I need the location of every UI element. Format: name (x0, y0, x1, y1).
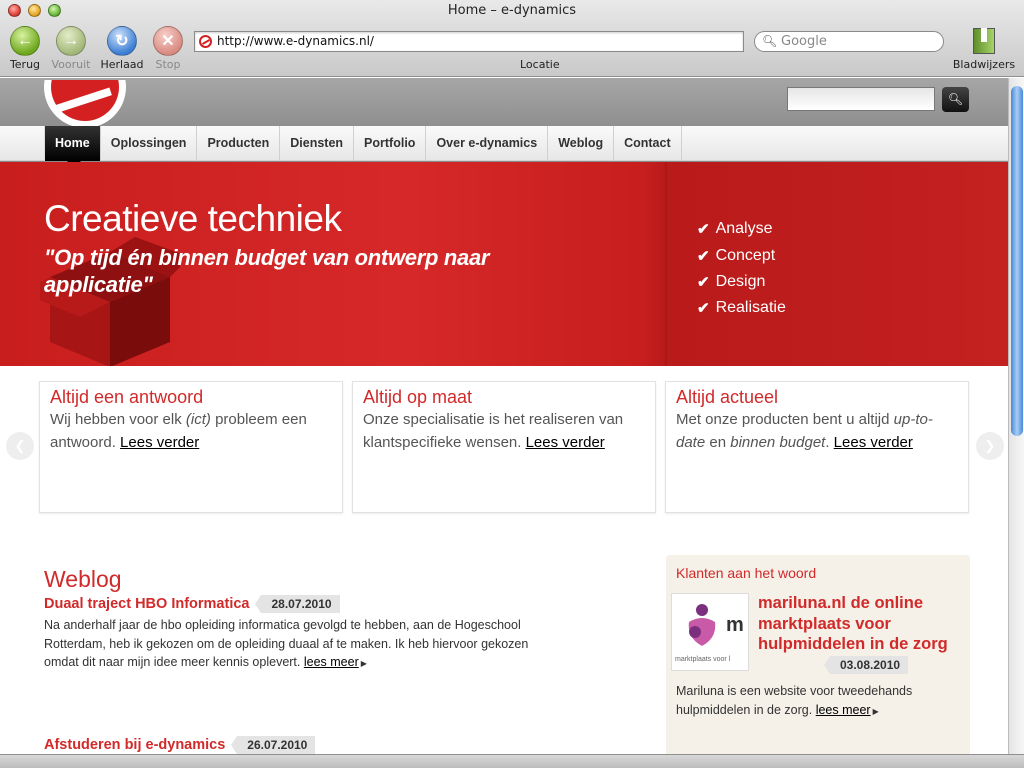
hero-divider (665, 162, 667, 366)
testimonial-headline[interactable]: mariluna.nl de online marktplaats voor h… (758, 593, 958, 655)
check-icon: ✔ (697, 300, 710, 318)
blog-post: Afstuderen bij e-dynamics 26.07.2010 (44, 734, 544, 754)
carousel-prev-button[interactable]: ❮ (6, 432, 34, 460)
reload-icon: ↻ (115, 33, 129, 50)
checklist-item: ✔ Analyse (697, 220, 773, 239)
check-icon: ✔ (697, 221, 710, 239)
feature-card-actueel: Altijd actueel Met onze producten bent u… (665, 381, 969, 513)
play-arrow-icon: ▶ (360, 659, 367, 668)
address-bar-label: Locatie (520, 58, 560, 71)
card-title: Altijd actueel (676, 387, 779, 407)
nav-item-portfolio[interactable]: Portfolio (354, 126, 427, 161)
check-icon: ✔ (697, 273, 710, 291)
address-bar[interactable]: http://www.e-dynamics.nl/ (194, 31, 744, 52)
hero-title: Creatieve techniek (44, 198, 342, 239)
mariluna-figure-icon (688, 604, 716, 646)
card-text: Onze specialisatie is het realiseren van… (363, 411, 624, 451)
window-title: Home – e-dynamics (447, 3, 577, 18)
lees-meer-link[interactable]: lees meer (816, 703, 871, 717)
checklist-item: ✔ Design (697, 272, 766, 291)
hero-banner: Creatieve techniek "Op tijd én binnen bu… (0, 162, 1008, 366)
play-arrow-icon: ▶ (872, 707, 879, 716)
lees-meer-link[interactable]: lees meer (304, 655, 359, 669)
lees-verder-link[interactable]: Lees verder (834, 434, 913, 451)
nav-item-weblog[interactable]: Weblog (548, 126, 615, 161)
site-search-input[interactable] (787, 87, 935, 111)
search-icon: 🔍︎ (947, 92, 964, 106)
nav-item-contact[interactable]: Contact (614, 126, 682, 161)
browser-search-placeholder: Google (781, 34, 827, 49)
check-icon: ✔ (697, 247, 710, 265)
bookmarks-label: Bladwijzers (952, 58, 1016, 71)
main-navigation: Home Oplossingen Producten Diensten Port… (0, 126, 1008, 168)
blog-post-title[interactable]: Afstuderen bij e-dynamics (44, 737, 225, 753)
date-badge: 26.07.2010 (231, 736, 316, 754)
close-window-button[interactable] (8, 4, 21, 17)
chevron-right-icon: ❯ (984, 438, 996, 453)
reload-label: Herlaad (100, 58, 144, 71)
zoom-window-button[interactable] (48, 4, 61, 17)
blog-post-title[interactable]: Duaal traject HBO Informatica (44, 596, 249, 612)
chevron-left-icon: ❮ (14, 438, 26, 453)
date-badge: 28.07.2010 (255, 595, 340, 613)
stop-label: Stop (155, 58, 181, 71)
card-text: Met onze producten bent u altijd up-to-d… (676, 411, 933, 451)
lees-verder-link[interactable]: Lees verder (120, 434, 199, 451)
date-badge: 03.08.2010 (823, 656, 909, 674)
feature-card-antwoord: Altijd een antwoord Wij hebben voor elk … (39, 381, 343, 513)
e-dynamics-logo[interactable] (44, 80, 126, 128)
nav-item-over-e-dynamics[interactable]: Over e-dynamics (426, 126, 549, 161)
reload-button[interactable]: ↻ (107, 26, 137, 56)
arrow-right-icon: → (63, 32, 79, 49)
scrollbar-thumb[interactable] (1011, 86, 1023, 436)
hero-subtitle: "Op tijd én binnen budget van ontwerp na… (44, 245, 490, 297)
site-search-button[interactable]: 🔍︎ (942, 87, 969, 112)
checklist-item: ✔ Concept (697, 246, 776, 265)
browser-search-field[interactable]: 🔍︎ Google (754, 31, 944, 52)
forward-label: Vooruit (51, 58, 91, 71)
testimonials-heading: Klanten aan het woord (676, 565, 817, 581)
feature-card-maat: Altijd op maat Onze specialisatie is het… (352, 381, 656, 513)
nav-item-oplossingen[interactable]: Oplossingen (101, 126, 198, 161)
checklist-item: ✔ Realisatie (697, 299, 786, 318)
vertical-scrollbar[interactable] (1008, 78, 1024, 754)
testimonials-panel: Klanten aan het woord m marktplaats voor… (666, 555, 970, 754)
blog-post-excerpt: Na anderhalf jaar de hbo opleiding infor… (44, 618, 529, 669)
close-icon: ✕ (161, 33, 175, 50)
card-title: Altijd op maat (363, 387, 473, 407)
mariluna-logo[interactable]: m marktplaats voor l (671, 593, 749, 671)
bookmarks-icon[interactable] (973, 28, 995, 54)
card-text: Wij hebben voor elk (ict) probleem een a… (50, 411, 307, 451)
back-button[interactable]: ← (10, 26, 40, 56)
blog-post: Duaal traject HBO Informatica 28.07.2010… (44, 593, 544, 674)
weblog-heading: Weblog (44, 566, 122, 592)
testimonial-text: Mariluna is een website voor tweedehands… (676, 684, 913, 717)
carousel-next-button[interactable]: ❯ (976, 432, 1004, 460)
status-bar (0, 754, 1024, 768)
browser-toolbar: Home – e-dynamics ← Terug → Vooruit ↻ He… (0, 0, 1024, 77)
address-bar-url: http://www.e-dynamics.nl/ (217, 34, 374, 48)
minimize-window-button[interactable] (28, 4, 41, 17)
arrow-left-icon: ← (17, 32, 33, 49)
search-icon: 🔍︎ (762, 34, 778, 48)
page-viewport: 🔍︎ Home Oplossingen Producten Diensten P… (0, 78, 1008, 754)
nav-item-home[interactable]: Home (45, 126, 101, 168)
nav-item-producten[interactable]: Producten (197, 126, 281, 161)
hero-checklist: ✔ Analyse ✔ Concept ✔ Design ✔ Realisatie (697, 216, 786, 322)
nav-item-diensten[interactable]: Diensten (280, 126, 355, 161)
back-label: Terug (9, 58, 41, 71)
stop-button[interactable]: ✕ (153, 26, 183, 56)
site-favicon-icon (199, 35, 212, 48)
lees-verder-link[interactable]: Lees verder (526, 434, 605, 451)
card-title: Altijd een antwoord (50, 387, 204, 407)
forward-button[interactable]: → (56, 26, 86, 56)
